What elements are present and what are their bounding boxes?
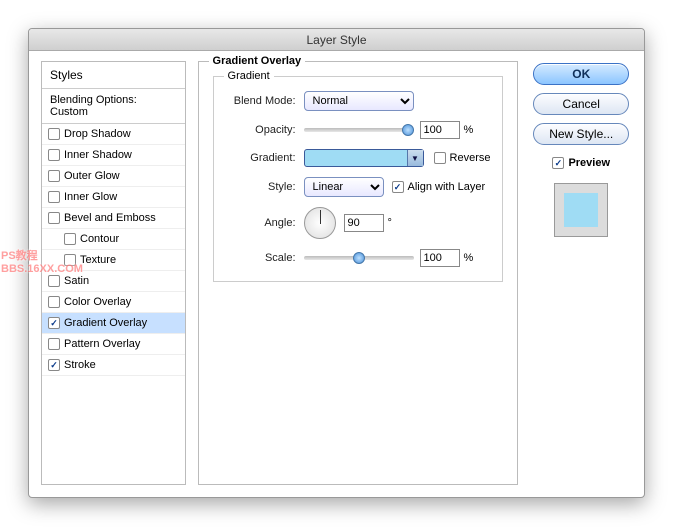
- style-checkbox[interactable]: [64, 254, 76, 266]
- row-angle: Angle: °: [226, 207, 491, 239]
- style-item-label: Stroke: [64, 359, 96, 371]
- style-item-label: Color Overlay: [64, 296, 131, 308]
- new-style-button[interactable]: New Style...: [533, 123, 629, 145]
- style-item-label: Gradient Overlay: [64, 317, 147, 329]
- style-checkbox[interactable]: [48, 170, 60, 182]
- settings-panel: Gradient Overlay Gradient Blend Mode: No…: [198, 61, 519, 485]
- scale-input[interactable]: [420, 249, 460, 267]
- preview-swatch-color: [564, 193, 598, 227]
- scale-unit: %: [464, 252, 474, 264]
- style-checkbox[interactable]: [48, 275, 60, 287]
- blending-options-label[interactable]: Blending Options: Custom: [42, 89, 185, 124]
- chevron-down-icon[interactable]: ▼: [407, 150, 423, 166]
- style-item-color-overlay[interactable]: Color Overlay: [42, 292, 185, 313]
- style-checkbox[interactable]: [64, 233, 76, 245]
- reverse-checkbox[interactable]: [434, 152, 446, 164]
- ok-button[interactable]: OK: [533, 63, 629, 85]
- style-checkbox[interactable]: [48, 128, 60, 140]
- row-scale: Scale: %: [226, 249, 491, 267]
- style-item-label: Bevel and Emboss: [64, 212, 156, 224]
- opacity-label: Opacity:: [226, 124, 296, 136]
- dialog-window: Layer Style Styles Blending Options: Cus…: [28, 28, 645, 498]
- scale-slider[interactable]: [304, 256, 414, 260]
- style-item-texture[interactable]: Texture: [42, 250, 185, 271]
- styles-header[interactable]: Styles: [42, 62, 185, 89]
- style-item-label: Contour: [80, 233, 119, 245]
- reverse-label: Reverse: [450, 152, 491, 164]
- subgroup-title: Gradient: [224, 70, 274, 82]
- style-item-label: Pattern Overlay: [64, 338, 140, 350]
- style-item-pattern-overlay[interactable]: Pattern Overlay: [42, 334, 185, 355]
- angle-label: Angle:: [226, 217, 296, 229]
- scale-label: Scale:: [226, 252, 296, 264]
- row-style: Style: Linear Align with Layer: [226, 177, 491, 197]
- row-opacity: Opacity: %: [226, 121, 491, 139]
- row-blend-mode: Blend Mode: Normal: [226, 91, 491, 111]
- gradient-fieldset: Gradient Blend Mode: Normal Opacity: % G…: [213, 76, 504, 282]
- group-title: Gradient Overlay: [209, 55, 306, 67]
- angle-input[interactable]: [344, 214, 384, 232]
- opacity-slider[interactable]: [304, 128, 414, 132]
- window-title: Layer Style: [29, 29, 644, 51]
- preview-toggle[interactable]: Preview: [552, 157, 610, 169]
- style-item-stroke[interactable]: Stroke: [42, 355, 185, 376]
- style-item-label: Outer Glow: [64, 170, 120, 182]
- row-gradient: Gradient: ▼ Reverse: [226, 149, 491, 167]
- style-item-label: Drop Shadow: [64, 128, 131, 140]
- style-checkbox[interactable]: [48, 359, 60, 371]
- angle-unit: °: [388, 217, 392, 229]
- style-select[interactable]: Linear: [304, 177, 384, 197]
- cancel-button[interactable]: Cancel: [533, 93, 629, 115]
- angle-dial[interactable]: [304, 207, 336, 239]
- style-item-bevel-and-emboss[interactable]: Bevel and Emboss: [42, 208, 185, 229]
- style-item-inner-glow[interactable]: Inner Glow: [42, 187, 185, 208]
- style-item-label: Inner Shadow: [64, 149, 132, 161]
- style-item-contour[interactable]: Contour: [42, 229, 185, 250]
- preview-label: Preview: [568, 157, 610, 169]
- opacity-input[interactable]: [420, 121, 460, 139]
- style-item-gradient-overlay[interactable]: Gradient Overlay: [42, 313, 185, 334]
- style-item-outer-glow[interactable]: Outer Glow: [42, 166, 185, 187]
- style-item-label: Texture: [80, 254, 116, 266]
- style-item-label: Inner Glow: [64, 191, 117, 203]
- align-label: Align with Layer: [408, 181, 486, 193]
- opacity-unit: %: [464, 124, 474, 136]
- gradient-label: Gradient:: [226, 152, 296, 164]
- styles-list: Drop Shadow Inner Shadow Outer Glow Inner G…: [42, 124, 185, 376]
- style-item-inner-shadow[interactable]: Inner Shadow: [42, 145, 185, 166]
- gradient-swatch[interactable]: ▼: [304, 149, 424, 167]
- style-item-drop-shadow[interactable]: Drop Shadow: [42, 124, 185, 145]
- styles-panel: Styles Blending Options: Custom Drop Sha…: [41, 61, 186, 485]
- style-checkbox[interactable]: [48, 296, 60, 308]
- right-panel: OK Cancel New Style... Preview: [530, 61, 632, 485]
- align-checkbox[interactable]: [392, 181, 404, 193]
- preview-swatch: [554, 183, 608, 237]
- style-checkbox[interactable]: [48, 212, 60, 224]
- style-item-label: Satin: [64, 275, 89, 287]
- style-checkbox[interactable]: [48, 338, 60, 350]
- style-checkbox[interactable]: [48, 317, 60, 329]
- blend-mode-select[interactable]: Normal: [304, 91, 414, 111]
- style-checkbox[interactable]: [48, 149, 60, 161]
- style-label: Style:: [226, 181, 296, 193]
- preview-checkbox[interactable]: [552, 157, 564, 169]
- style-checkbox[interactable]: [48, 191, 60, 203]
- dialog-content: Styles Blending Options: Custom Drop Sha…: [29, 51, 644, 497]
- blend-mode-label: Blend Mode:: [226, 95, 296, 107]
- style-item-satin[interactable]: Satin: [42, 271, 185, 292]
